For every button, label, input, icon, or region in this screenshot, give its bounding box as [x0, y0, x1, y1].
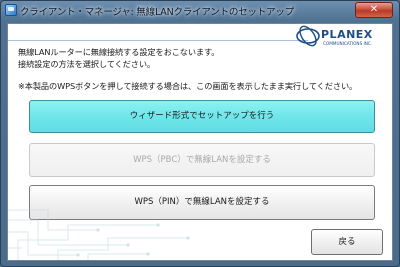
app-window: クライアント・マネージャ: 無線LANクライアントのセットアップ ✕ PLANE… [0, 0, 400, 267]
logo-tagline: COMMUNICATIONS INC. [323, 41, 372, 46]
app-icon [5, 4, 17, 16]
logo-brand: PLANEX [321, 28, 373, 41]
planex-logo: PLANEX COMMUNICATIONS INC. [296, 25, 373, 47]
circuit-background-graphic [8, 209, 190, 260]
wps-note: ※本製品のWPSボタンを押して接続する場合は、この画面を表示したまま実行してくだ… [18, 81, 358, 91]
close-button[interactable]: ✕ [355, 2, 393, 18]
title-bar[interactable]: クライアント・マネージャ: 無線LANクライアントのセットアップ ✕ [1, 1, 399, 21]
back-button[interactable]: 戻る [311, 229, 383, 255]
header-divider [8, 40, 308, 41]
wizard-setup-button[interactable]: ウィザード形式でセットアップを行う [29, 100, 375, 133]
instruction-line-2: 接続設定の方法を選択してください。 [18, 59, 155, 69]
instruction-line-1: 無線LANルーターに無線接続する設定をおこないます。 [18, 47, 220, 57]
window-title: クライアント・マネージャ: 無線LANクライアントのセットアップ [20, 7, 295, 18]
dialog-content: PLANEX COMMUNICATIONS INC. 無線LANルーターに無線接… [7, 23, 393, 261]
wps-pbc-button[interactable]: WPS（PBC）で無線LANを設定する [29, 143, 375, 177]
